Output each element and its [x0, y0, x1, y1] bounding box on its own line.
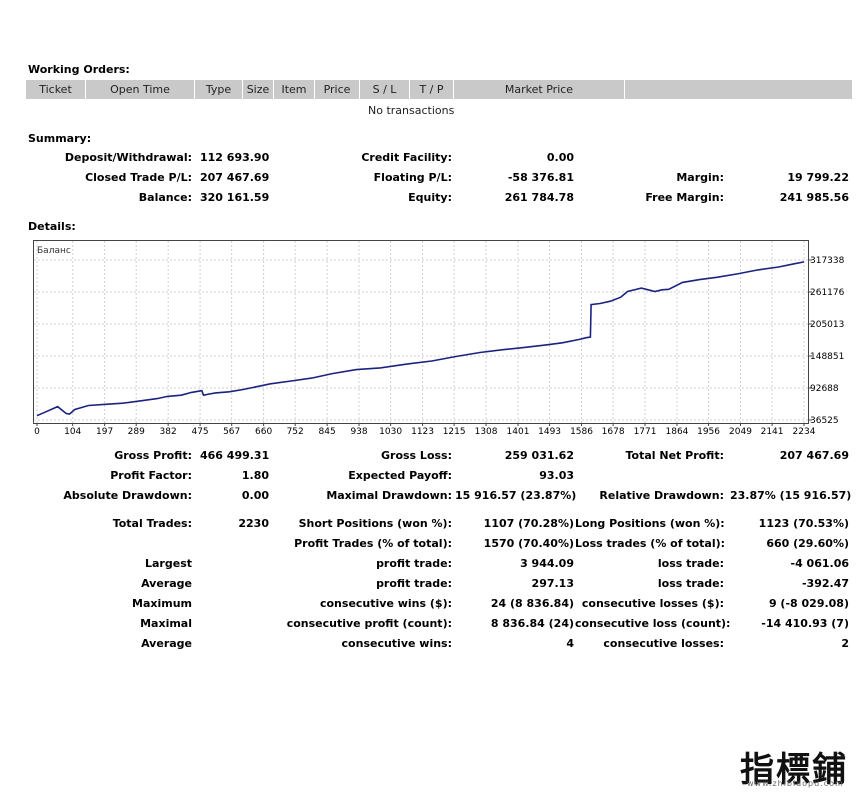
x-tick-label: 1586 [570, 427, 593, 437]
stats2-label-2: consecutive wins ($): [319, 597, 452, 610]
stats-value-1: 0.00 [241, 489, 269, 502]
x-tick-label: 1123 [411, 427, 434, 437]
x-tick-label: 2234 [793, 427, 816, 437]
stats-label-1: Absolute Drawdown: [63, 489, 192, 502]
stats2-value-3: 2 [841, 637, 849, 650]
stats-label-1: Gross Profit: [114, 449, 192, 462]
stats-value-2: 93.03 [539, 469, 574, 482]
stats2-value-3: -14 410.93 (7) [761, 617, 849, 630]
stats-label-1: Profit Factor: [110, 469, 192, 482]
stats2-label-3: Loss trades (% of total): [575, 537, 726, 550]
stats2-value-2: 1107 (70.28%) [483, 517, 574, 530]
x-tick-label: 1678 [602, 427, 625, 437]
y-tick-label: 92688 [810, 384, 839, 394]
stats-label-3: Relative Drawdown: [599, 489, 724, 502]
stats2-label-1: Maximum [132, 597, 192, 610]
watermark-url: www.zhibiaopu.com [747, 779, 844, 788]
stats-value-3: 207 467.69 [779, 449, 849, 462]
y-tick-label: 148851 [810, 352, 844, 362]
stats2-value-2: 24 (8 836.84) [490, 597, 574, 610]
stats2-label-2: consecutive profit (count): [286, 617, 452, 630]
stats2-value-3: -4 061.06 [790, 557, 850, 570]
chart-axes: 0 104 197 289 382 475 567 660 752 845 938 1030 1123 1… [34, 256, 845, 437]
x-tick-label: 0 [34, 427, 40, 437]
stats2-label-3: loss trade: [657, 577, 724, 590]
stats-value-1: 1.80 [241, 469, 269, 482]
x-tick-label: 2049 [729, 427, 752, 437]
x-tick-label: 752 [287, 427, 304, 437]
stats-value-2: 259 031.62 [504, 449, 574, 462]
stats-value-3: 23.87% (15 916.57) [730, 489, 852, 502]
x-tick-label: 660 [255, 427, 272, 437]
stats2-label-2: Short Positions (won %): [298, 517, 452, 530]
x-tick-label: 1493 [538, 427, 561, 437]
stats2-value-2: 8 836.84 (24) [490, 617, 574, 630]
x-tick-label: 1401 [507, 427, 530, 437]
x-tick-label: 1308 [475, 427, 498, 437]
stats2-label-2: profit trade: [376, 577, 452, 590]
stats-label-3: Total Net Profit: [625, 449, 725, 462]
stats2-label-3: consecutive losses: [603, 637, 724, 650]
stats2-label-3: Long Positions (won %): [575, 517, 725, 530]
stats2-label-3: consecutive loss (count): [575, 617, 731, 630]
stats2-label-1: Average [141, 637, 192, 650]
stats-value-2: 15 916.57 (23.87%) [455, 489, 577, 502]
y-tick-label: 205013 [810, 320, 844, 330]
x-tick-label: 382 [160, 427, 177, 437]
stats2-label-3: loss trade: [657, 557, 724, 570]
stats2-label-3: consecutive losses ($): [581, 597, 724, 610]
stats2-value-3: 9 (-8 029.08) [768, 597, 849, 610]
x-tick-label: 567 [223, 427, 240, 437]
stats-label-2: Maximal Drawdown: [326, 489, 452, 502]
x-tick-label: 197 [96, 427, 113, 437]
stats2-label-1: Total Trades: [112, 517, 192, 530]
stats2-label-2: profit trade: [376, 557, 452, 570]
stats2-value-2: 3 944.09 [520, 557, 574, 570]
stats2-label-1: Largest [145, 557, 192, 570]
stats-value-1: 466 499.31 [200, 449, 270, 462]
x-tick-label: 104 [64, 427, 81, 437]
x-tick-label: 1771 [634, 427, 657, 437]
x-tick-label: 1215 [443, 427, 466, 437]
stats2-value-2: 297.13 [531, 577, 574, 590]
x-tick-label: 475 [191, 427, 208, 437]
x-tick-label: 845 [319, 427, 336, 437]
stats2-label-2: consecutive wins: [341, 637, 452, 650]
stats2-value-2: 1570 (70.40%) [483, 537, 574, 550]
y-tick-label: 36525 [810, 416, 839, 426]
stats2-value-3: 1123 (70.53%) [758, 517, 849, 530]
stats2-value-1: 2230 [238, 517, 269, 530]
x-tick-label: 1864 [666, 427, 689, 437]
stats2-label-1: Average [141, 577, 192, 590]
x-tick-label: 1030 [379, 427, 402, 437]
stats2-value-3: -392.47 [801, 577, 849, 590]
stats2-value-2: 4 [566, 637, 574, 650]
x-tick-label: 938 [350, 427, 367, 437]
stats2-label-2: Profit Trades (% of total): [294, 537, 452, 550]
x-tick-label: 1956 [697, 427, 720, 437]
x-tick-label: 2141 [761, 427, 784, 437]
stats-label-2: Expected Payoff: [348, 469, 452, 482]
y-tick-label: 317338 [810, 256, 845, 266]
x-tick-label: 289 [128, 427, 145, 437]
stats2-value-3: 660 (29.60%) [766, 537, 849, 550]
stats2-label-1: Maximal [140, 617, 192, 630]
stats-label-2: Gross Loss: [381, 449, 452, 462]
y-tick-label: 261176 [810, 288, 845, 298]
